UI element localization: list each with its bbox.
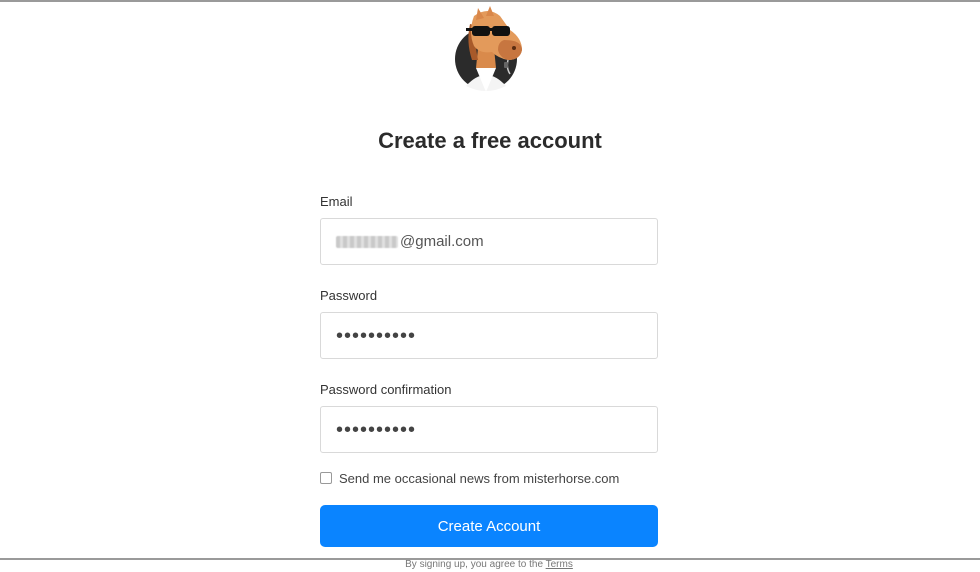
password-confirmation-masked-value: ••••••••••: [336, 418, 417, 441]
terms-notice: By signing up, you agree to the Terms: [320, 558, 658, 572]
horse-mascot-logo-icon: [455, 6, 522, 92]
newsletter-option: Send me occasional news from misterhorse…: [320, 470, 658, 486]
email-field[interactable]: @gmail.com: [320, 218, 658, 265]
password-confirmation-group: Password confirmation ••••••••••: [320, 382, 658, 453]
password-field[interactable]: ••••••••••: [320, 312, 658, 359]
password-group: Password ••••••••••: [320, 288, 658, 359]
email-redacted-username: [336, 235, 398, 248]
password-confirmation-label: Password confirmation: [320, 382, 452, 397]
password-masked-value: ••••••••••: [336, 324, 417, 347]
email-value: @gmail.com: [400, 233, 484, 250]
newsletter-label[interactable]: Send me occasional news from misterhorse…: [339, 471, 619, 486]
newsletter-checkbox[interactable]: [320, 472, 332, 484]
password-label: Password: [320, 288, 378, 303]
email-group: Email @gmail.com: [320, 194, 658, 265]
signup-form: Email @gmail.com Password •••••••••• Pas…: [320, 194, 658, 572]
password-confirmation-field[interactable]: ••••••••••: [320, 406, 658, 453]
terms-link[interactable]: Terms: [546, 559, 573, 570]
email-label: Email: [320, 194, 353, 209]
page-title: Create a free account: [378, 128, 602, 153]
create-account-button[interactable]: Create Account: [320, 505, 658, 547]
terms-prefix: By signing up, you agree to the: [405, 559, 544, 570]
